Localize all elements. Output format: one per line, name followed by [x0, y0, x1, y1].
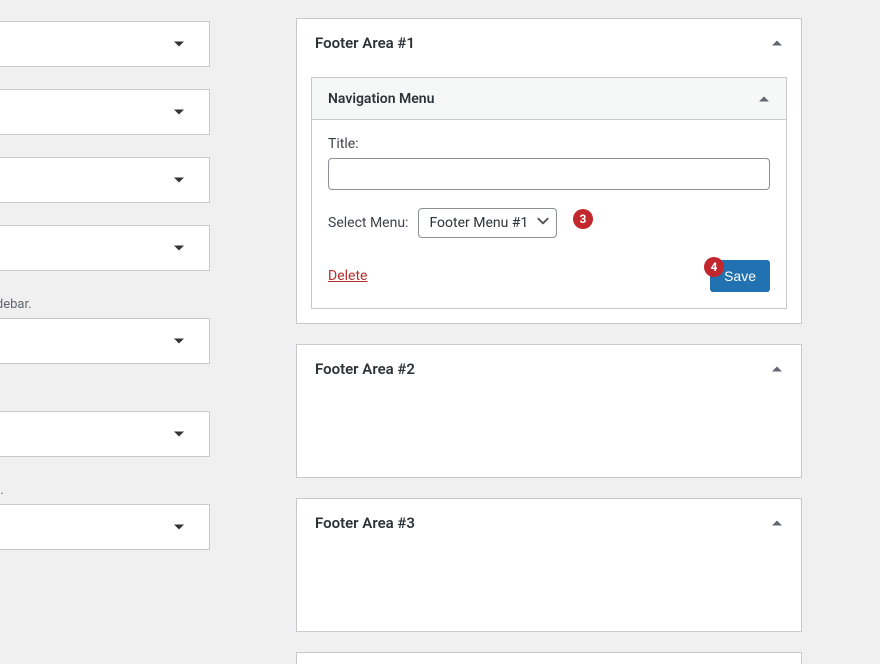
chevron-down-icon [536, 214, 550, 232]
widget-area-header[interactable]: Footer Area #1 [297, 19, 801, 67]
title-label: Title: [328, 136, 770, 152]
available-widget[interactable] [0, 89, 210, 135]
available-widgets-column: sidebar. ts. ed. [0, 0, 210, 570]
widget-desc-fragment: sidebar. [0, 291, 210, 318]
widget-area-body [297, 393, 801, 477]
available-widget[interactable] [0, 504, 210, 550]
chevron-down-icon [173, 428, 185, 440]
chevron-down-icon [173, 38, 185, 50]
chevron-down-icon [173, 174, 185, 186]
widget-navigation-menu: Navigation Menu Title: Select Menu: Foot… [311, 77, 787, 309]
widget-area-footer-3: Footer Area #3 [296, 498, 802, 632]
save-button[interactable]: Save [710, 260, 770, 292]
delete-link[interactable]: Delete [328, 268, 367, 284]
select-menu-value: Footer Menu #1 [429, 215, 528, 231]
widget-area-footer-1: Footer Area #1 Navigation Menu Title: Se… [296, 18, 802, 324]
select-menu-dropdown[interactable]: Footer Menu #1 [418, 208, 557, 238]
widget-area-body [297, 547, 801, 631]
widget-area-title: Footer Area #2 [315, 360, 415, 378]
widget-area-header[interactable]: Footer Area #2 [297, 345, 801, 393]
available-widget[interactable] [0, 318, 210, 364]
widget-body: Title: Select Menu: Footer Menu #1 Delet… [312, 120, 786, 308]
widget-area-footer-2: Footer Area #2 [296, 344, 802, 478]
chevron-down-icon [173, 106, 185, 118]
chevron-down-icon [173, 521, 185, 533]
widget-area-body: Navigation Menu Title: Select Menu: Foot… [297, 67, 801, 323]
available-widget[interactable] [0, 225, 210, 271]
widget-areas-column: Footer Area #1 Navigation Menu Title: Se… [296, 18, 802, 664]
widget-desc-fragment: ed. [0, 477, 210, 504]
widget-area-title: Footer Area #1 [315, 34, 415, 52]
available-widget[interactable] [0, 411, 210, 457]
chevron-down-icon [173, 242, 185, 254]
widget-area-title: Footer Area #3 [315, 514, 415, 532]
available-widget[interactable] [0, 157, 210, 203]
widget-desc-fragment: ts. [0, 384, 210, 411]
widget-title: Navigation Menu [328, 91, 434, 107]
chevron-up-icon [758, 93, 770, 105]
chevron-up-icon [771, 363, 783, 375]
widget-area-partial [296, 652, 802, 664]
select-menu-label: Select Menu: [328, 215, 408, 231]
widget-desc-fragment [0, 0, 210, 21]
chevron-up-icon [771, 517, 783, 529]
widget-header[interactable]: Navigation Menu [312, 78, 786, 120]
chevron-down-icon [173, 335, 185, 347]
title-input[interactable] [328, 158, 770, 190]
available-widget[interactable] [0, 21, 210, 67]
chevron-up-icon [771, 37, 783, 49]
widget-area-header[interactable]: Footer Area #3 [297, 499, 801, 547]
